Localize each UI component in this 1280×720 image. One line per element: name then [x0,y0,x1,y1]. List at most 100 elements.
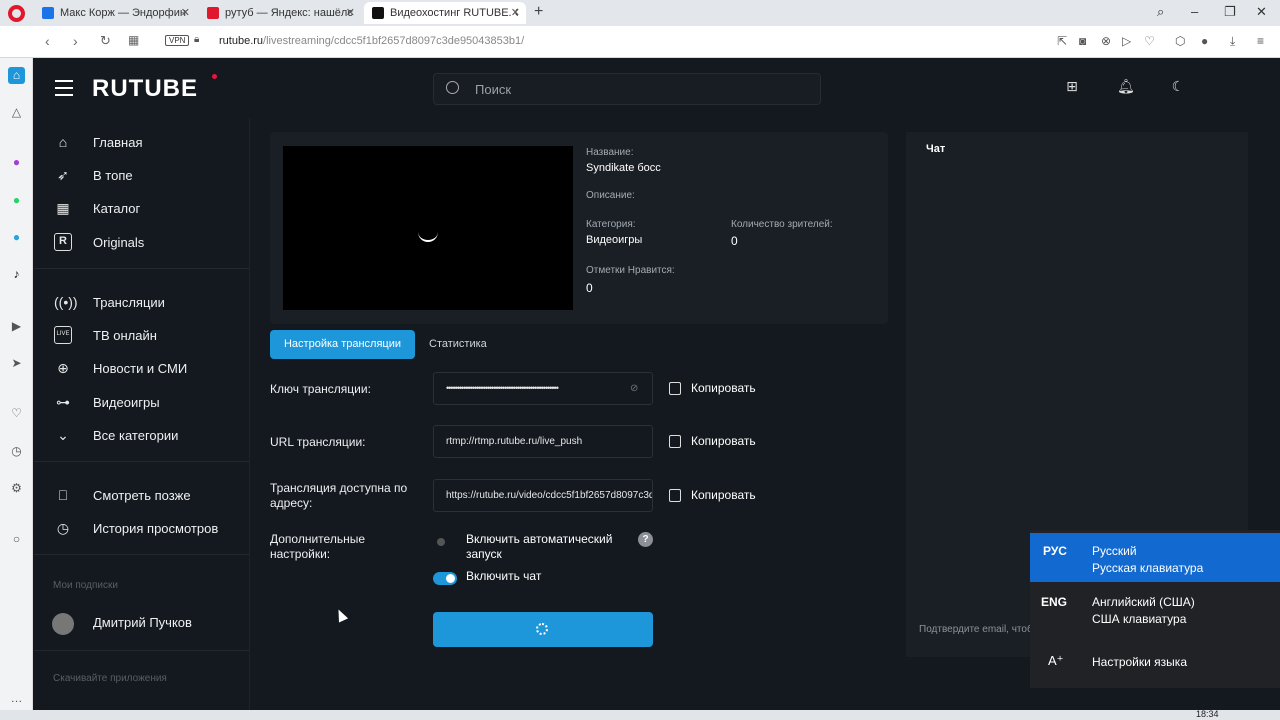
nav-item-tv[interactable]: LIVE ТВ онлайн [34,320,250,350]
live-icon: LIVE [54,326,72,344]
forward-icon[interactable]: › [73,33,78,49]
tiktok-icon[interactable]: ♪ [8,266,25,283]
nav-item-games[interactable]: ⊶ Видеоигры [34,387,250,417]
send-icon[interactable]: ➤ [8,355,25,372]
rutube-logo[interactable]: RUTUBE [92,75,198,103]
tabs-grid-icon[interactable]: ▦ [128,33,139,47]
subscription-item[interactable]: Дмитрий Пучков [34,607,250,637]
viewers-value: 0 [731,234,738,248]
nav-item-home[interactable]: ⌂ Главная [34,127,250,157]
messenger-icon[interactable]: ● [8,154,25,171]
hamburger-menu-icon[interactable] [55,80,73,101]
nav-label: Каталог [93,200,141,216]
nav-label: Трансляции [93,294,165,310]
history-icon: ◷ [56,520,70,536]
camera-icon[interactable]: ◙ [1079,34,1086,48]
search-tabs-icon[interactable]: ⌕ [1157,4,1164,20]
download-icon[interactable]: ⤓ [1230,34,1235,49]
stream-address-label: Трансляция доступна по адресу: [270,481,408,510]
stream-key-field[interactable]: ••••••••••••••••••••••••••••••••••••••••… [433,372,653,405]
nav-item-top[interactable]: ➶ В топе [34,160,250,190]
nav-item-broadcasts[interactable]: ((•)) Трансляции [34,287,250,317]
copy-label: Копировать [691,434,756,448]
stream-url-field[interactable]: rtmp://rtmp.rutube.ru/live_push [433,425,653,458]
lightbulb-icon[interactable]: ○ [8,531,25,548]
copy-url-button[interactable]: Копировать [669,434,756,448]
nav-label: История просмотров [93,520,219,536]
browser-tab-1[interactable]: Макс Корж — Эндорфин ✕ [34,2,196,24]
nav-item-originals[interactable]: R Originals [34,227,250,257]
bell-icon[interactable]: 🔔︎ [1117,78,1135,94]
new-tab-icon[interactable]: + [534,3,543,21]
aria-icon[interactable]: △ [8,104,25,121]
whatsapp-icon[interactable]: ● [8,192,25,209]
chat-toggle[interactable] [433,572,457,585]
block-icon[interactable]: ⊗ [1101,34,1111,48]
language-settings-link[interactable]: Настройки языка [1092,655,1187,669]
tab-stream-settings[interactable]: Настройка трансляции [270,330,415,359]
gear-icon[interactable]: ⚙ [8,480,25,497]
browser-tab-3-active[interactable]: Видеохостинг RUTUBE. Смотр ✕ [364,2,526,24]
button-spinner-icon [536,623,548,635]
close-icon[interactable]: ✕ [181,6,190,19]
close-icon[interactable]: ✕ [511,6,520,19]
profile-icon[interactable]: ● [1201,34,1208,48]
globe-icon: ⊕ [57,360,69,376]
nav-item-history[interactable]: ◷ История просмотров [34,513,250,543]
lang-code[interactable]: ENG [1041,595,1067,609]
taskbar-clock[interactable]: 18:34 [1196,709,1219,719]
chat-confirm-email-note: Подтвердите email, чтобы [919,624,1039,635]
tab-favicon-icon [207,7,219,19]
home-icon[interactable]: ⌂ [8,67,25,84]
stream-address-field[interactable]: https://rutube.ru/video/cdcc5f1bf2657d80… [433,479,653,512]
history-icon[interactable]: ◷ [8,443,25,460]
restore-icon[interactable]: ❐ [1224,4,1236,20]
send-icon[interactable]: ⇱ [1057,34,1067,48]
gamepad-icon: ⊶ [56,394,70,410]
autostart-toggle[interactable] [437,538,445,546]
telegram-icon[interactable]: ● [8,229,25,246]
r-logo-icon: R [54,233,72,251]
subscriptions-heading: Мои подписки [53,580,118,591]
back-icon[interactable]: ‹ [45,33,50,49]
help-icon[interactable]: ? [638,532,653,547]
vpn-badge[interactable]: VPN [165,35,190,46]
upload-icon[interactable]: ⊞ [1064,78,1080,94]
broadcast-icon: ((•)) [54,294,78,310]
play-icon[interactable]: ▷ [1122,34,1131,48]
lang-keyboard: США клавиатура [1092,612,1187,626]
url-field[interactable]: rutube.ru/livestreaming/cdcc5f1bf2657d80… [219,35,524,47]
tab-favicon-icon [372,7,384,19]
opera-logo-icon[interactable] [8,5,25,22]
nav-item-all-categories[interactable]: ⌄ Все категории [34,420,250,450]
minimize-icon[interactable]: – [1191,4,1198,19]
grid-icon: ▦ [56,200,70,216]
heart-icon[interactable]: ♡ [8,405,25,422]
search-box[interactable] [433,73,821,105]
lang-name[interactable]: Английский (США) [1092,595,1195,609]
tab-statistics[interactable]: Статистика [429,338,487,350]
player-icon[interactable]: ▶ [8,318,25,335]
heart-icon[interactable]: ♡ [1144,34,1155,48]
browser-tab-2[interactable]: рутуб — Яндекс: нашёлся ✕ [199,2,361,24]
nav-item-catalog[interactable]: ▦ Каталог [34,193,250,223]
copy-label: Копировать [691,488,756,502]
tab-favicon-icon [42,7,54,19]
lock-icon[interactable]: 🔒︎ [194,34,199,45]
copy-key-button[interactable]: Копировать [669,381,756,395]
copy-address-button[interactable]: Копировать [669,488,756,502]
more-icon[interactable]: … [8,690,25,707]
nav-item-watch-later[interactable]: ⎕ Смотреть позже [34,480,250,510]
autostart-label: Включить автоматический запуск [466,532,613,561]
eye-off-icon[interactable]: ⊘ [630,383,638,394]
close-icon[interactable]: ✕ [346,6,355,19]
cube-icon[interactable]: ⬡ [1175,34,1185,48]
nav-item-news[interactable]: ⊕ Новости и СМИ [34,353,250,383]
close-window-icon[interactable]: ✕ [1256,4,1267,20]
category-value: Видеоигры [586,234,643,246]
tab-title: Видеохостинг RUTUBE. Смотр [390,7,518,19]
menu-icon[interactable]: ≡ [1257,34,1264,48]
search-input[interactable] [475,80,805,98]
reload-icon[interactable]: ↻ [100,33,111,49]
moon-icon[interactable]: ☾ [1170,78,1186,94]
